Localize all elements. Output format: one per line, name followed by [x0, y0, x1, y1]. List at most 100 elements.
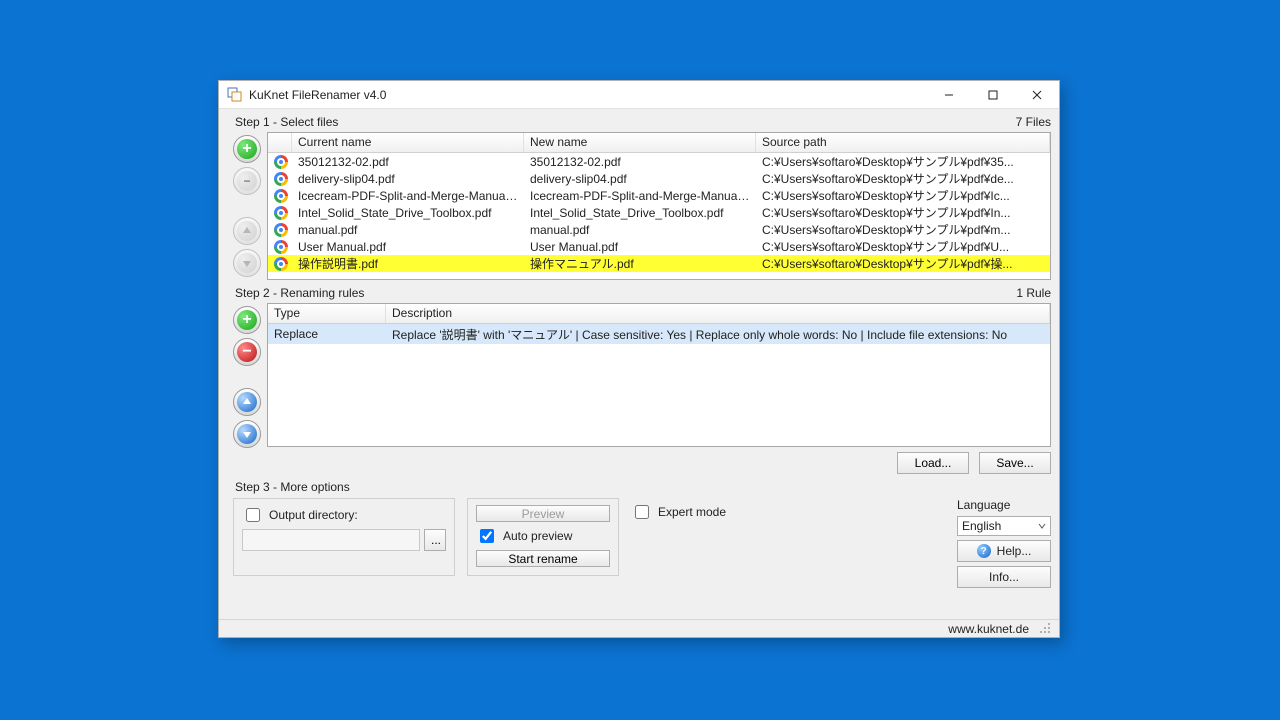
col-current[interactable]: Current name — [292, 133, 524, 152]
app-window: KuKnet FileRenamer v4.0 Step 1 - Select … — [218, 80, 1060, 638]
save-rules-button[interactable]: Save... — [979, 452, 1051, 474]
file-source-path: C:¥Users¥softaro¥Desktop¥サンプル¥pdf¥35... — [756, 153, 1050, 170]
outdir-browse-button[interactable]: ... — [424, 529, 446, 551]
load-rules-button[interactable]: Load... — [897, 452, 969, 474]
rule-description: Replace '説明書' with 'マニュアル' | Case sensit… — [386, 326, 1050, 343]
autopreview-check[interactable]: Auto preview — [476, 526, 610, 546]
minimize-button[interactable] — [927, 81, 971, 109]
outdir-checkbox[interactable] — [246, 508, 260, 522]
col-icon[interactable] — [268, 133, 292, 152]
rule-type: Replace — [268, 327, 386, 341]
file-type-icon — [274, 240, 288, 254]
file-type-icon — [274, 257, 288, 271]
step1-label: Step 1 - Select files — [235, 115, 338, 129]
outdir-check[interactable]: Output directory: — [242, 505, 446, 525]
step2-label: Step 2 - Renaming rules — [235, 286, 364, 300]
file-new-name: 操作マニュアル.pdf — [524, 255, 756, 272]
help-label: Help... — [997, 544, 1032, 558]
preview-group: Preview Auto preview Start rename — [467, 498, 619, 576]
file-row[interactable]: Icecream-PDF-Split-and-Merge-Manual...Ic… — [268, 187, 1050, 204]
statusbar: www.kuknet.de — [219, 619, 1059, 637]
file-row[interactable]: User Manual.pdfUser Manual.pdfC:¥Users¥s… — [268, 238, 1050, 255]
file-current-name: Icecream-PDF-Split-and-Merge-Manual... — [292, 189, 524, 203]
rule-move-down-button[interactable] — [233, 420, 261, 448]
step2-header: Step 2 - Renaming rules 1 Rule — [227, 280, 1051, 303]
expert-check[interactable]: Expert mode — [631, 502, 726, 522]
file-source-path: C:¥Users¥softaro¥Desktop¥サンプル¥pdf¥m... — [756, 221, 1050, 238]
window-title: KuKnet FileRenamer v4.0 — [249, 88, 927, 102]
help-icon: ? — [977, 544, 991, 558]
col-type[interactable]: Type — [268, 304, 386, 323]
col-desc[interactable]: Description — [386, 304, 1050, 323]
file-row[interactable]: manual.pdfmanual.pdfC:¥Users¥softaro¥Des… — [268, 221, 1050, 238]
file-move-up-button[interactable] — [233, 217, 261, 245]
step3-header: Step 3 - More options — [227, 474, 1051, 496]
file-row[interactable]: delivery-slip04.pdfdelivery-slip04.pdfC:… — [268, 170, 1050, 187]
file-new-name: delivery-slip04.pdf — [524, 172, 756, 186]
language-value: English — [962, 519, 1001, 533]
resize-grip[interactable] — [1039, 622, 1053, 636]
preview-button[interactable]: Preview — [476, 505, 610, 522]
remove-file-button[interactable]: − — [233, 167, 261, 195]
file-type-icon — [274, 206, 288, 220]
file-row[interactable]: Intel_Solid_State_Drive_Toolbox.pdfIntel… — [268, 204, 1050, 221]
file-type-icon — [274, 189, 288, 203]
col-path[interactable]: Source path — [756, 133, 1050, 152]
info-button[interactable]: Info... — [957, 566, 1051, 588]
start-rename-button[interactable]: Start rename — [476, 550, 610, 567]
expert-checkbox[interactable] — [635, 505, 649, 519]
info-label: Info... — [989, 570, 1019, 584]
step1-header: Step 1 - Select files 7 Files — [227, 109, 1051, 132]
file-source-path: C:¥Users¥softaro¥Desktop¥サンプル¥pdf¥Ic... — [756, 187, 1050, 204]
step1-sidebuttons: + − — [227, 132, 267, 280]
outdir-group: Output directory: ... — [233, 498, 455, 576]
file-source-path: C:¥Users¥softaro¥Desktop¥サンプル¥pdf¥U... — [756, 238, 1050, 255]
file-new-name: Icecream-PDF-Split-and-Merge-Manual... — [524, 189, 756, 203]
chevron-down-icon — [1038, 519, 1046, 533]
file-current-name: 操作説明書.pdf — [292, 255, 524, 272]
file-current-name: delivery-slip04.pdf — [292, 172, 524, 186]
language-select[interactable]: English — [957, 516, 1051, 536]
titlebar: KuKnet FileRenamer v4.0 — [219, 81, 1059, 109]
file-type-icon — [274, 155, 288, 169]
file-new-name: Intel_Solid_State_Drive_Toolbox.pdf — [524, 206, 756, 220]
step1-count: 7 Files — [1016, 115, 1051, 129]
file-row[interactable]: 35012132-02.pdf35012132-02.pdfC:¥Users¥s… — [268, 153, 1050, 170]
rule-list[interactable]: Type Description ReplaceReplace '説明書' wi… — [267, 303, 1051, 447]
autopreview-checkbox[interactable] — [480, 529, 494, 543]
file-current-name: manual.pdf — [292, 223, 524, 237]
file-new-name: User Manual.pdf — [524, 240, 756, 254]
step2-count: 1 Rule — [1016, 286, 1051, 300]
file-type-icon — [274, 172, 288, 186]
file-source-path: C:¥Users¥softaro¥Desktop¥サンプル¥pdf¥操... — [756, 255, 1050, 272]
rule-row[interactable]: ReplaceReplace '説明書' with 'マニュアル' | Case… — [268, 324, 1050, 344]
outdir-input[interactable] — [242, 529, 420, 551]
file-move-down-button[interactable] — [233, 249, 261, 277]
col-new[interactable]: New name — [524, 133, 756, 152]
expert-label: Expert mode — [658, 505, 726, 519]
outdir-label: Output directory: — [269, 508, 358, 522]
file-new-name: 35012132-02.pdf — [524, 155, 756, 169]
file-current-name: Intel_Solid_State_Drive_Toolbox.pdf — [292, 206, 524, 220]
file-current-name: 35012132-02.pdf — [292, 155, 524, 169]
help-button[interactable]: ? Help... — [957, 540, 1051, 562]
file-current-name: User Manual.pdf — [292, 240, 524, 254]
file-row[interactable]: 操作説明書.pdf操作マニュアル.pdfC:¥Users¥softaro¥Des… — [268, 255, 1050, 272]
step3-label: Step 3 - More options — [235, 480, 350, 494]
language-label: Language — [957, 498, 1051, 512]
file-list[interactable]: Current name New name Source path 350121… — [267, 132, 1051, 280]
rule-move-up-button[interactable] — [233, 388, 261, 416]
app-icon — [227, 87, 243, 103]
add-rule-button[interactable]: + — [233, 306, 261, 334]
file-source-path: C:¥Users¥softaro¥Desktop¥サンプル¥pdf¥de... — [756, 170, 1050, 187]
step2-sidebuttons: + − — [227, 303, 267, 448]
add-file-button[interactable]: + — [233, 135, 261, 163]
remove-rule-button[interactable]: − — [233, 338, 261, 366]
file-new-name: manual.pdf — [524, 223, 756, 237]
maximize-button[interactable] — [971, 81, 1015, 109]
status-url[interactable]: www.kuknet.de — [948, 622, 1029, 636]
close-button[interactable] — [1015, 81, 1059, 109]
file-type-icon — [274, 223, 288, 237]
autopreview-label: Auto preview — [503, 529, 572, 543]
file-source-path: C:¥Users¥softaro¥Desktop¥サンプル¥pdf¥In... — [756, 204, 1050, 221]
